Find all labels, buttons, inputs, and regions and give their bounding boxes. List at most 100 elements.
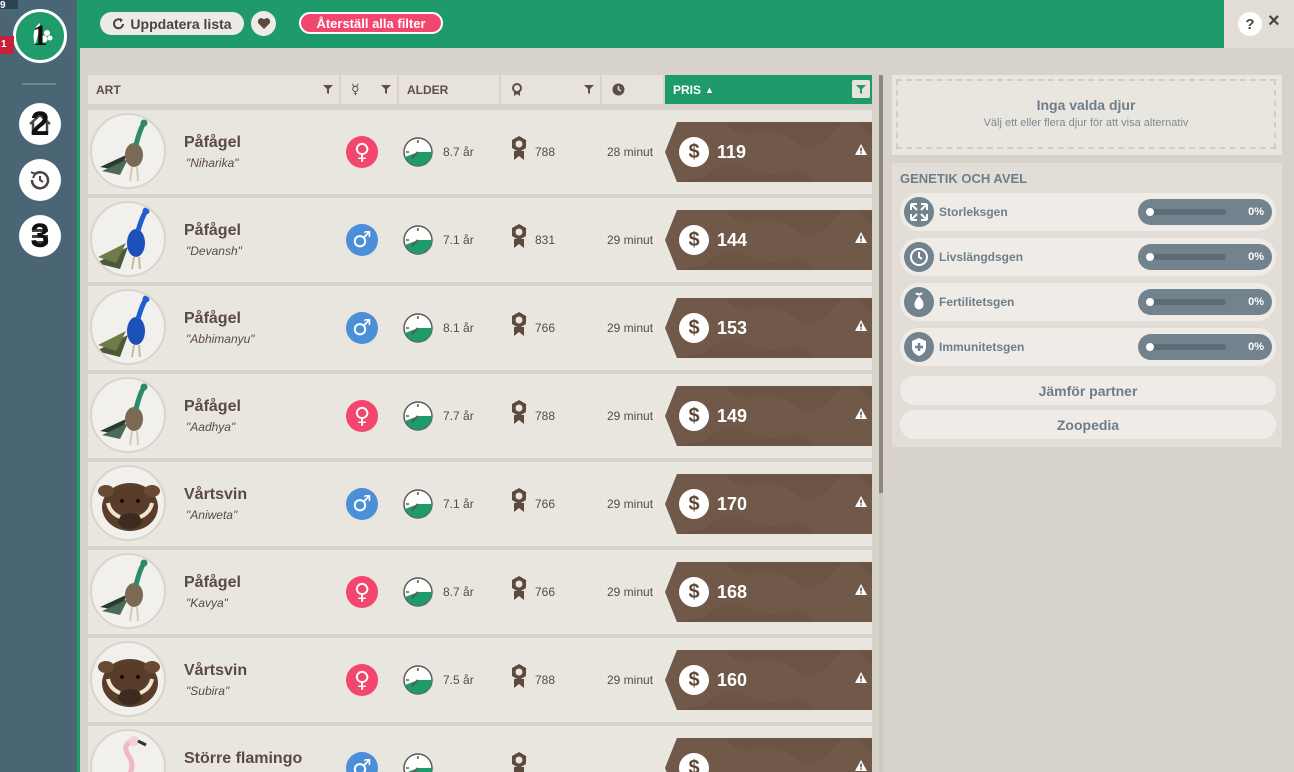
female-gender-icon: ♀ — [346, 400, 378, 432]
coin-icon: $ — [679, 401, 709, 431]
listing-time: 29 minut — [607, 233, 654, 247]
window-controls: ? × — [1224, 0, 1294, 48]
price-tag[interactable]: $ 170 — [665, 474, 872, 534]
sidebar-divider — [22, 83, 56, 85]
listing-time: 28 minut — [607, 145, 654, 159]
gene-progress-bar: 0% — [1138, 244, 1272, 270]
genetics-panel: GENETIK OCH AVEL Storleksgen 0% Livsläng… — [892, 163, 1282, 447]
animal-avatar — [90, 465, 166, 541]
animal-name: "Niharika" — [186, 156, 239, 170]
table-header: ART ☿ ALDER PRIS ▲ — [88, 75, 872, 104]
animal-species: Vårtsvin — [184, 486, 248, 503]
filter-icon[interactable] — [580, 80, 598, 98]
warning-icon — [855, 496, 867, 507]
age-icon — [403, 225, 433, 255]
left-sidebar: 9 1 1 2 3 — [0, 0, 80, 772]
corner-counter: 9 — [0, 0, 18, 11]
refresh-icon — [113, 17, 125, 29]
table-row[interactable]: Påfågel "Aadhya" ♀ 7.7 år 788 29 minut $… — [88, 374, 872, 458]
animal-avatar — [90, 377, 166, 453]
column-species[interactable]: ART — [88, 75, 339, 104]
table-row[interactable]: Påfågel "Devansh" ♂ 7.1 år 831 29 minut … — [88, 198, 872, 282]
warning-icon — [855, 320, 867, 331]
table-row[interactable]: Vårtsvin "Aniweta" ♂ 7.1 år 766 29 minut… — [88, 462, 872, 546]
female-gender-icon: ♀ — [346, 136, 378, 168]
column-gender[interactable]: ☿ — [341, 75, 397, 104]
zoo-logo-button[interactable]: 1 — [13, 9, 67, 63]
animal-age: 7.7 år — [443, 409, 474, 423]
price-tag[interactable]: $ 149 — [665, 386, 872, 446]
sidebar-list-number: 3 — [30, 216, 50, 255]
filter-icon[interactable] — [852, 80, 870, 98]
filter-icon[interactable] — [319, 80, 337, 98]
warning-icon — [855, 408, 867, 419]
animal-species: Påfågel — [184, 574, 241, 591]
zoopedia-button[interactable]: Zoopedia — [900, 410, 1276, 439]
column-age-label: ALDER — [407, 82, 449, 97]
reputation-icon — [512, 312, 526, 336]
sidebar-list-button[interactable]: 3 — [19, 215, 61, 257]
sidebar-home-button[interactable]: 2 — [19, 103, 61, 145]
filter-icon[interactable] — [377, 80, 395, 98]
table-row[interactable]: Påfågel "Niharika" ♀ 8.7 år 788 28 minut… — [88, 110, 872, 194]
gene-progress-dot — [1146, 343, 1154, 351]
gene-row: Immunitetsgen 0% — [900, 328, 1276, 366]
gene-row: Fertilitetsgen 0% — [900, 283, 1276, 321]
animal-reputation: 788 — [535, 673, 556, 687]
animal-price: 149 — [717, 406, 748, 426]
listing-time: 29 minut — [607, 321, 654, 335]
animal-reputation: 766 — [535, 321, 556, 335]
warning-icon — [855, 760, 867, 771]
table-row[interactable]: Påfågel "Abhimanyu" ♂ 8.1 år 766 29 minu… — [88, 286, 872, 370]
price-tag[interactable]: $ 153 — [665, 298, 872, 358]
price-tag[interactable]: $ 144 — [665, 210, 872, 270]
size-icon — [904, 197, 934, 227]
lifespan-icon — [904, 242, 934, 272]
age-icon — [403, 577, 433, 607]
animal-age: 8.7 år — [443, 585, 474, 599]
gene-percentage: 0% — [1248, 251, 1264, 263]
column-time[interactable] — [602, 75, 663, 104]
compare-partner-button[interactable]: Jämför partner — [900, 376, 1276, 405]
list-scrollbar[interactable] — [879, 75, 883, 772]
table-row[interactable]: Större flamingo ♂ $ — [88, 726, 872, 772]
immunity-icon — [904, 332, 934, 362]
reset-filters-button[interactable]: Återställ alla filter — [299, 12, 443, 34]
close-button[interactable]: × — [1268, 10, 1280, 33]
list-scrollbar-thumb[interactable] — [879, 75, 883, 493]
column-price[interactable]: PRIS ▲ — [665, 75, 872, 104]
price-tag[interactable]: $ — [665, 738, 872, 772]
table-row[interactable]: Påfågel "Kavya" ♀ 8.7 år 766 29 minut $ … — [88, 550, 872, 634]
animal-avatar — [90, 201, 166, 277]
sidebar-history-button[interactable] — [19, 159, 61, 201]
table-row[interactable]: Vårtsvin "Subira" ♀ 7.5 år 788 29 minut … — [88, 638, 872, 722]
logo-number: 1 — [32, 19, 48, 52]
column-age[interactable]: ALDER — [399, 75, 499, 104]
animal-species: Större flamingo — [184, 750, 303, 767]
animal-avatar — [90, 289, 166, 365]
coin-icon: $ — [679, 577, 709, 607]
column-reputation[interactable] — [501, 75, 600, 104]
reputation-icon — [512, 82, 522, 96]
gene-percentage: 0% — [1248, 341, 1264, 353]
age-icon — [403, 401, 433, 431]
favorites-button[interactable] — [251, 11, 276, 36]
animal-price: 170 — [717, 494, 748, 514]
coin-icon: $ — [679, 313, 709, 343]
warning-icon — [855, 232, 867, 243]
refresh-list-button[interactable]: Uppdatera lista — [100, 12, 244, 35]
top-toolbar: Uppdatera lista Återställ alla filter — [80, 0, 1224, 48]
help-button[interactable]: ? — [1238, 12, 1262, 36]
gene-label: Fertilitetsgen — [939, 295, 1015, 309]
gene-row: Storleksgen 0% — [900, 193, 1276, 231]
price-tag[interactable]: $ 160 — [665, 650, 872, 710]
animal-age: 8.7 år — [443, 145, 474, 159]
no-selection-subtitle: Välj ett eller flera djur för att visa a… — [983, 117, 1189, 129]
sort-ascending-icon: ▲ — [705, 84, 714, 95]
price-tag[interactable]: $ 119 — [665, 122, 872, 182]
price-tag[interactable]: $ 168 — [665, 562, 872, 622]
coin-icon: $ — [679, 225, 709, 255]
animal-name: "Devansh" — [186, 244, 242, 258]
animal-name: "Aniweta" — [186, 508, 238, 522]
male-gender-icon: ♂ — [346, 752, 378, 772]
